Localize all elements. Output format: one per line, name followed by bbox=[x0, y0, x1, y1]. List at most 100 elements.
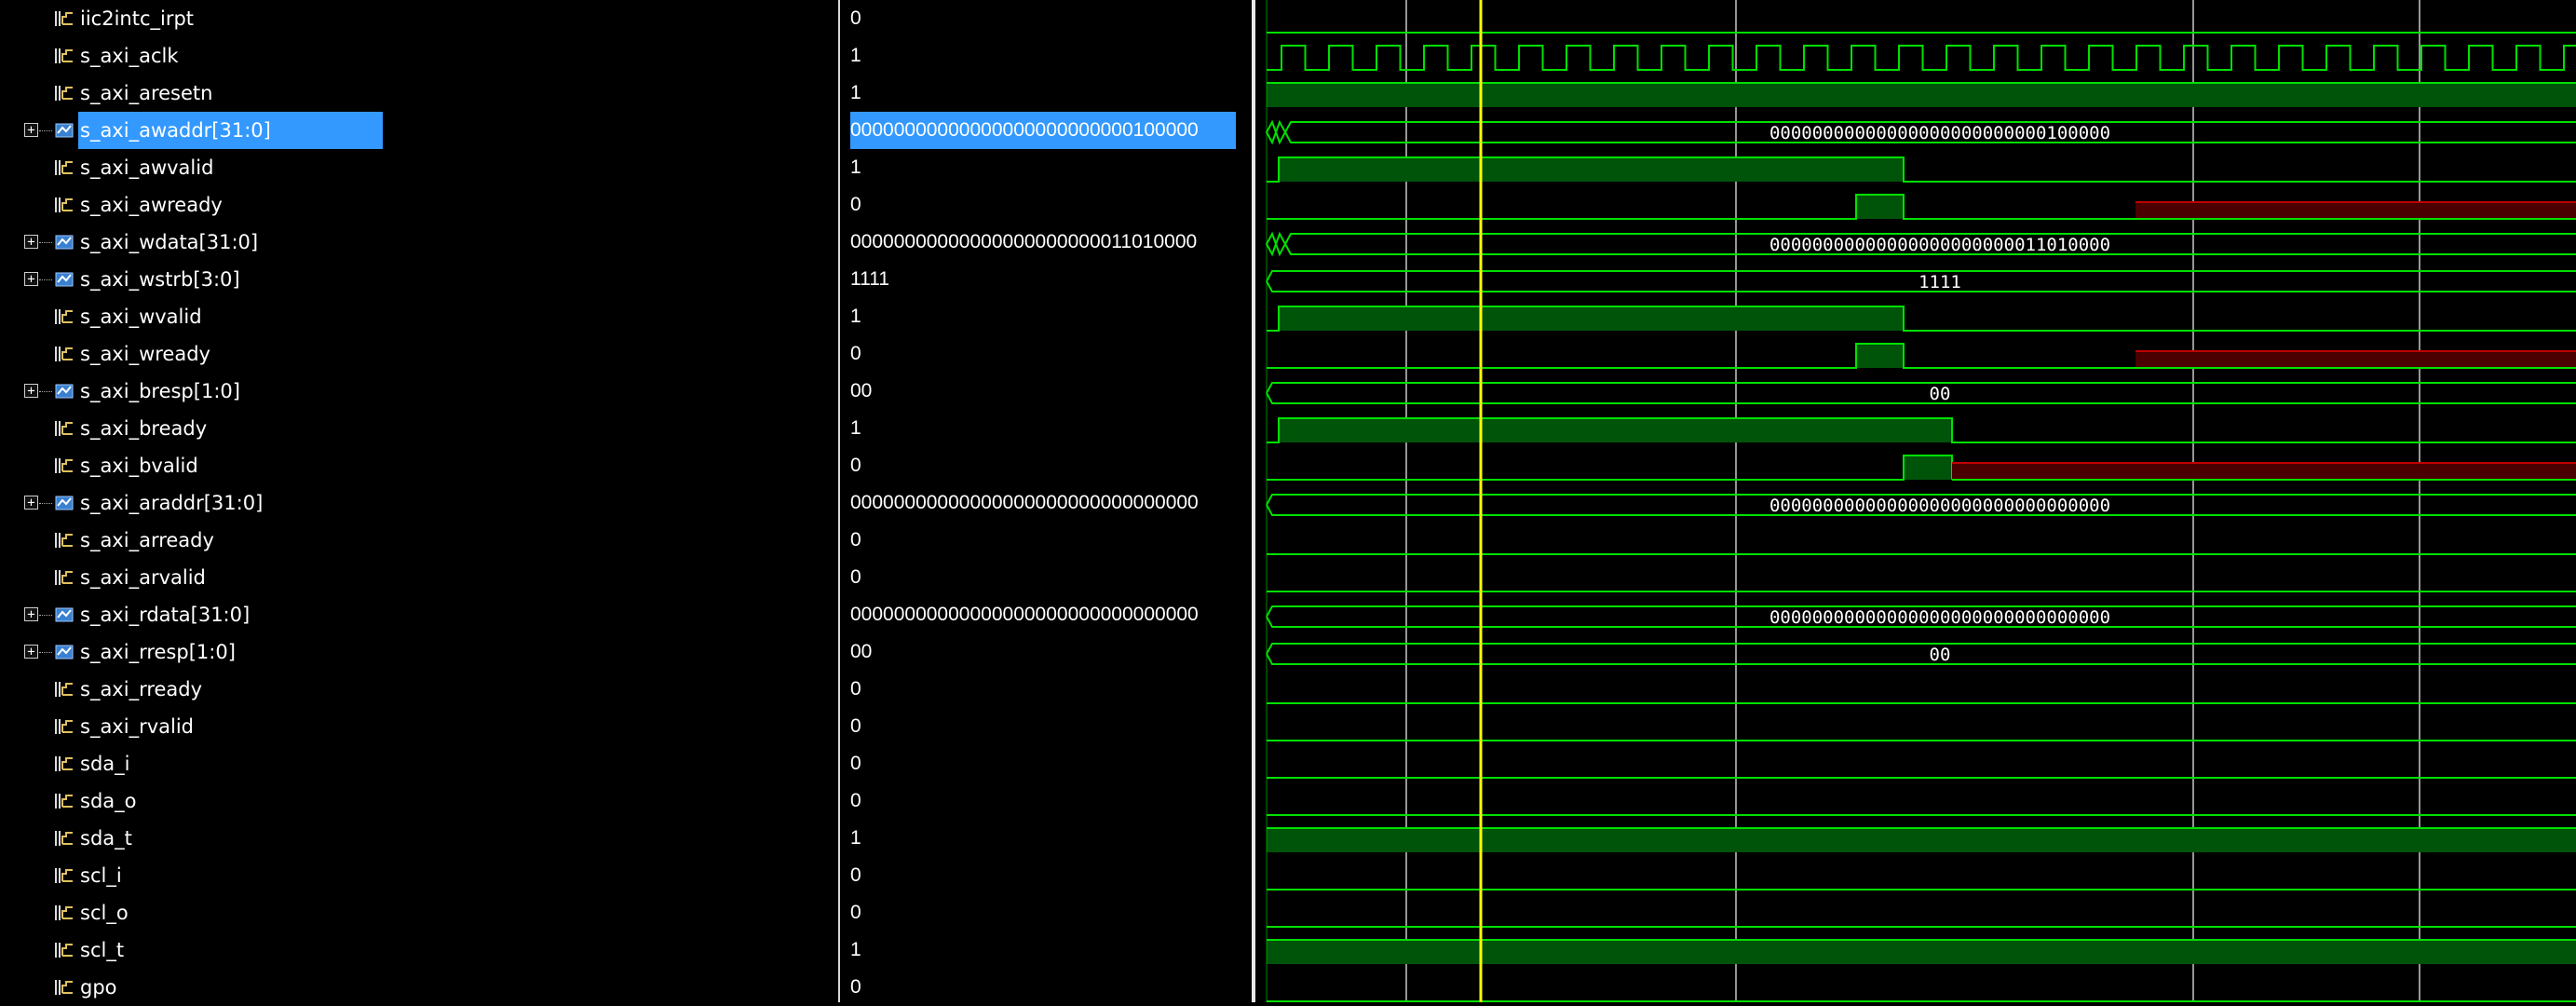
signal-row[interactable]: + s_axi_bresp[1:0] bbox=[0, 373, 838, 410]
value-row[interactable]: 0 bbox=[840, 745, 1252, 782]
signal-name[interactable]: scl_o bbox=[80, 894, 129, 931]
value-row[interactable]: 0 bbox=[840, 0, 1252, 37]
signal-row[interactable]: + s_axi_awaddr[31:0] bbox=[0, 112, 838, 149]
value-row[interactable]: 00000000000000000000000000000000 bbox=[840, 484, 1252, 522]
value-row[interactable]: 0 bbox=[840, 671, 1252, 708]
signal-name[interactable]: sda_i bbox=[80, 745, 129, 782]
value-row[interactable]: 1 bbox=[840, 931, 1252, 969]
signal-row[interactable]: + s_axi_araddr[31:0] bbox=[0, 484, 838, 522]
expand-plus-icon[interactable]: + bbox=[24, 607, 38, 621]
value-row[interactable]: 00000000000000000000000000000000 bbox=[840, 596, 1252, 633]
value-row[interactable]: 0 bbox=[840, 559, 1252, 596]
single-signal-icon bbox=[54, 978, 75, 997]
signal-row[interactable]: s_axi_bready bbox=[0, 410, 838, 447]
signal-row[interactable]: + s_axi_rresp[1:0] bbox=[0, 633, 838, 671]
signal-row[interactable]: s_axi_aresetn bbox=[0, 75, 838, 112]
signal-row[interactable]: scl_i bbox=[0, 857, 838, 894]
value-row[interactable]: 00 bbox=[840, 373, 1252, 410]
expand-plus-icon[interactable]: + bbox=[24, 235, 38, 249]
signal-row[interactable]: s_axi_arvalid bbox=[0, 559, 838, 596]
signal-name[interactable]: s_axi_arvalid bbox=[80, 559, 206, 596]
expand-plus-icon[interactable]: + bbox=[24, 272, 38, 286]
signal-name[interactable]: s_axi_wdata[31:0] bbox=[80, 224, 258, 261]
value-row[interactable]: 0 bbox=[840, 857, 1252, 894]
value-row[interactable]: 1 bbox=[840, 298, 1252, 335]
single-signal-icon bbox=[54, 531, 75, 550]
value-row[interactable]: 1 bbox=[840, 37, 1252, 75]
value-row[interactable]: 1 bbox=[840, 820, 1252, 857]
signal-value: 0 bbox=[850, 678, 861, 700]
signal-value: 0 bbox=[850, 790, 861, 811]
signal-row[interactable]: sda_o bbox=[0, 782, 838, 820]
value-row[interactable]: 0 bbox=[840, 335, 1252, 373]
signal-name[interactable]: s_axi_wvalid bbox=[80, 298, 202, 335]
value-row[interactable]: 0 bbox=[840, 708, 1252, 745]
signal-row[interactable]: gpo bbox=[0, 969, 838, 1006]
signal-row[interactable]: s_axi_awready bbox=[0, 186, 838, 224]
signal-name[interactable]: s_axi_rready bbox=[80, 671, 202, 708]
signal-row[interactable]: + s_axi_wstrb[3:0] bbox=[0, 261, 838, 298]
signal-name[interactable]: sda_o bbox=[80, 782, 137, 820]
signal-row[interactable]: s_axi_wready bbox=[0, 335, 838, 373]
value-row[interactable]: 0 bbox=[840, 894, 1252, 931]
signal-name[interactable]: s_axi_arready bbox=[80, 522, 214, 559]
signal-row[interactable]: s_axi_awvalid bbox=[0, 149, 838, 186]
expand-plus-icon[interactable]: + bbox=[24, 384, 38, 398]
signal-name[interactable]: s_axi_rresp[1:0] bbox=[80, 633, 236, 671]
signal-value: 1 bbox=[850, 156, 861, 178]
signal-name[interactable]: s_axi_aresetn bbox=[80, 75, 212, 112]
signal-name[interactable]: s_axi_awvalid bbox=[80, 149, 213, 186]
signal-name[interactable]: s_axi_awaddr[31:0] bbox=[78, 112, 383, 149]
value-row[interactable]: 00000000000000000000000011010000 bbox=[840, 224, 1252, 261]
expand-plus-icon[interactable]: + bbox=[24, 123, 38, 137]
expand-plus-icon[interactable]: + bbox=[24, 645, 38, 659]
value-row[interactable]: 0 bbox=[840, 782, 1252, 820]
signal-row[interactable]: + s_axi_rdata[31:0] bbox=[0, 596, 838, 633]
waveform-canvas[interactable]: 0000000000000000000000000010000000000000… bbox=[1255, 0, 2576, 1002]
bus-signal-icon bbox=[54, 121, 75, 140]
signal-name[interactable]: s_axi_bvalid bbox=[80, 447, 198, 484]
signal-row[interactable]: scl_t bbox=[0, 931, 838, 969]
value-row[interactable]: 0 bbox=[840, 186, 1252, 224]
signal-name[interactable]: s_axi_araddr[31:0] bbox=[80, 484, 263, 522]
value-row[interactable]: 00000000000000000000000000100000 bbox=[840, 112, 1252, 149]
signal-row[interactable]: s_axi_bvalid bbox=[0, 447, 838, 484]
signal-name[interactable]: s_axi_bresp[1:0] bbox=[80, 373, 240, 410]
signal-row[interactable]: sda_t bbox=[0, 820, 838, 857]
value-row[interactable]: 1111 bbox=[840, 261, 1252, 298]
value-row[interactable]: 00 bbox=[840, 633, 1252, 671]
waveform-pane[interactable]: 00000000000000000000000000100000 00000000… bbox=[1255, 0, 2576, 1002]
signal-row[interactable]: s_axi_wvalid bbox=[0, 298, 838, 335]
signal-name[interactable]: sda_t bbox=[80, 820, 132, 857]
undefined-fill bbox=[2135, 351, 2576, 368]
value-row[interactable]: 1 bbox=[840, 75, 1252, 112]
signal-value: 00000000000000000000000000000000 bbox=[850, 492, 1199, 513]
value-row[interactable]: 0 bbox=[840, 447, 1252, 484]
single-signal-icon bbox=[54, 345, 75, 363]
bus-value-label: 00 bbox=[1930, 384, 1951, 404]
signal-row[interactable]: s_axi_arready bbox=[0, 522, 838, 559]
signal-row[interactable]: scl_o bbox=[0, 894, 838, 931]
signal-row[interactable]: s_axi_aclk bbox=[0, 37, 838, 75]
signal-name[interactable]: s_axi_rdata[31:0] bbox=[80, 596, 250, 633]
signal-row[interactable]: s_axi_rready bbox=[0, 671, 838, 708]
signal-name[interactable]: s_axi_aclk bbox=[80, 37, 178, 75]
signal-row[interactable]: s_axi_rvalid bbox=[0, 708, 838, 745]
signal-row[interactable]: sda_i bbox=[0, 745, 838, 782]
value-row[interactable]: 1 bbox=[840, 410, 1252, 447]
signal-row[interactable]: iic2intc_irpt bbox=[0, 0, 838, 37]
signal-name[interactable]: s_axi_bready bbox=[80, 410, 207, 447]
signal-name[interactable]: s_axi_wstrb[3:0] bbox=[80, 261, 240, 298]
value-row[interactable]: 0 bbox=[840, 522, 1252, 559]
value-row[interactable]: 0 bbox=[840, 969, 1252, 1006]
signal-name[interactable]: scl_i bbox=[80, 857, 122, 894]
signal-name[interactable]: scl_t bbox=[80, 931, 124, 969]
signal-name[interactable]: gpo bbox=[80, 969, 117, 1006]
expand-plus-icon[interactable]: + bbox=[24, 496, 38, 510]
signal-name[interactable]: s_axi_awready bbox=[80, 186, 223, 224]
signal-name[interactable]: iic2intc_irpt bbox=[80, 0, 194, 37]
value-row[interactable]: 1 bbox=[840, 149, 1252, 186]
signal-row[interactable]: + s_axi_wdata[31:0] bbox=[0, 224, 838, 261]
signal-name[interactable]: s_axi_rvalid bbox=[80, 708, 194, 745]
signal-name[interactable]: s_axi_wready bbox=[80, 335, 210, 373]
